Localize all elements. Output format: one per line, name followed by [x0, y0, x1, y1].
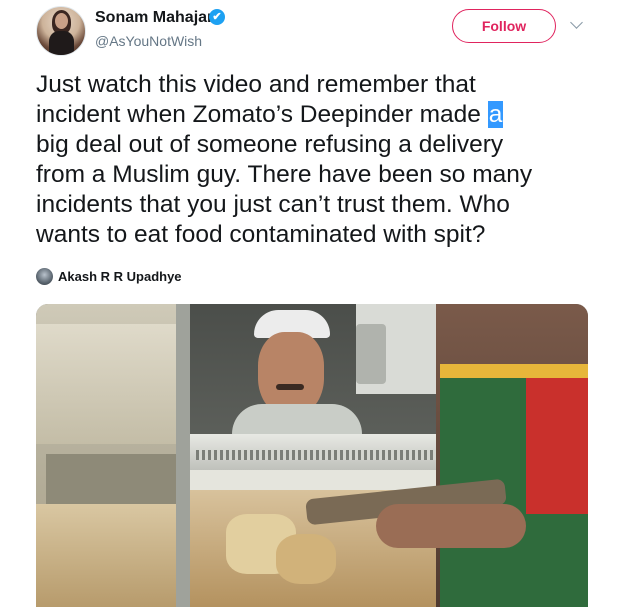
- display-name[interactable]: Sonam Mahajan: [95, 9, 217, 27]
- video-thumbnail[interactable]: [36, 304, 588, 607]
- tweet-line: big deal out of someone refusing a deliv…: [36, 131, 504, 158]
- verified-badge-icon: ✔: [209, 9, 225, 25]
- tweet-line-text: incident when Zomato’s Deepinder made: [36, 101, 488, 128]
- tweet-line: incidents that you just can’t trust them…: [36, 191, 510, 218]
- tweet-line: Just watch this video and remember that: [36, 71, 476, 98]
- user-handle[interactable]: @AsYouNotWish: [95, 33, 202, 49]
- tweet-text: Just watch this video and remember that …: [36, 70, 616, 250]
- selected-text-highlight: a: [487, 101, 504, 128]
- quoted-author-avatar[interactable]: [36, 268, 53, 285]
- tweet-line: wants to eat food contaminated with spit…: [36, 221, 486, 248]
- tweet-line: from a Muslim guy. There have been so ma…: [36, 161, 533, 188]
- quoted-author-name[interactable]: Akash R R Upadhye: [58, 269, 182, 284]
- tweet-line: incident when Zomato’s Deepinder made a: [36, 100, 616, 130]
- follow-button[interactable]: Follow: [452, 9, 556, 43]
- chevron-down-icon[interactable]: [570, 16, 583, 29]
- profile-avatar[interactable]: [36, 6, 86, 56]
